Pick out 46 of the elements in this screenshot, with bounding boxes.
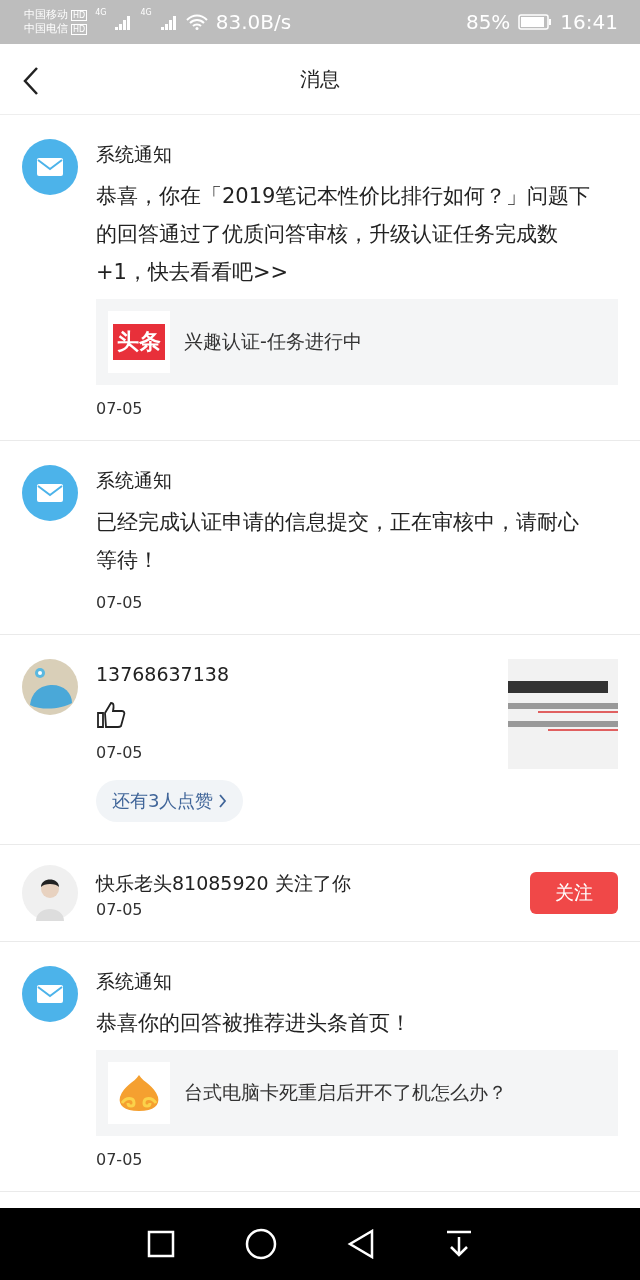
battery-percent: 85%: [465, 10, 511, 34]
hd-label: HD: [71, 9, 88, 21]
wifi-icon: [185, 14, 208, 30]
sender-name: 系统通知: [96, 969, 173, 994]
battery-icon: [518, 14, 553, 30]
signal-icon: [114, 14, 133, 30]
network-type: 4G: [95, 8, 107, 17]
carrier-name: 中国移动: [24, 8, 68, 22]
card-title: 兴趣认证-任务进行中: [184, 329, 362, 354]
network-speed: 83.0B/s: [215, 10, 292, 34]
date: 07-05: [96, 743, 144, 762]
date: 07-05: [96, 1150, 144, 1169]
back-nav-button[interactable]: [347, 1229, 375, 1259]
mail-icon: [22, 139, 78, 195]
linked-card[interactable]: 头条 兴趣认证-任务进行中: [96, 299, 618, 385]
cloud-logo-icon: [108, 1062, 170, 1124]
follow-notice: 快乐老头81085920 关注了你: [96, 870, 352, 896]
sender-name: 系统通知: [96, 142, 173, 167]
date: 07-05: [96, 399, 144, 418]
clock: 16:41: [560, 10, 618, 34]
linked-card[interactable]: 台式电脑卡死重启后开不了机怎么办？: [96, 1050, 618, 1136]
signal-icon: [159, 14, 178, 30]
logo: 头条: [108, 311, 170, 373]
home-button[interactable]: [245, 1228, 277, 1260]
card-title: 台式电脑卡死重启后开不了机怎么办？: [184, 1080, 507, 1105]
carrier-name: 中国电信: [24, 22, 68, 36]
mail-icon: [22, 966, 78, 1022]
message-text: 恭喜，你在「2019笔记本性价比排行如何？」问题下的回答通过了优质问答审核，升级认证任务完成数+1，快去看看吧>>: [96, 183, 592, 286]
message-text: 已经完成认证申请的信息提交，正在审核中，请耐心等待！: [96, 509, 580, 574]
avatar: [22, 865, 78, 921]
user-name[interactable]: 13768637138: [96, 659, 490, 689]
notification-pull-button[interactable]: [445, 1229, 473, 1259]
mail-icon: [22, 465, 78, 521]
date: 07-05: [96, 593, 144, 612]
page-title: 消息: [300, 65, 340, 93]
chevron-right-icon: [219, 794, 228, 808]
avatar: [22, 659, 78, 715]
recents-button[interactable]: [147, 1230, 175, 1258]
thumbs-up-icon: [96, 701, 126, 729]
message-text: 恭喜你的回答被推荐进头条首页！: [96, 1010, 412, 1037]
date: 07-05: [96, 899, 144, 919]
network-type: 4G: [140, 8, 152, 17]
hd-label: HD: [71, 23, 88, 35]
more-likes-button[interactable]: 还有3人点赞: [96, 780, 244, 822]
sender-name: 系统通知: [96, 468, 173, 493]
follow-button[interactable]: 关注: [530, 872, 618, 914]
